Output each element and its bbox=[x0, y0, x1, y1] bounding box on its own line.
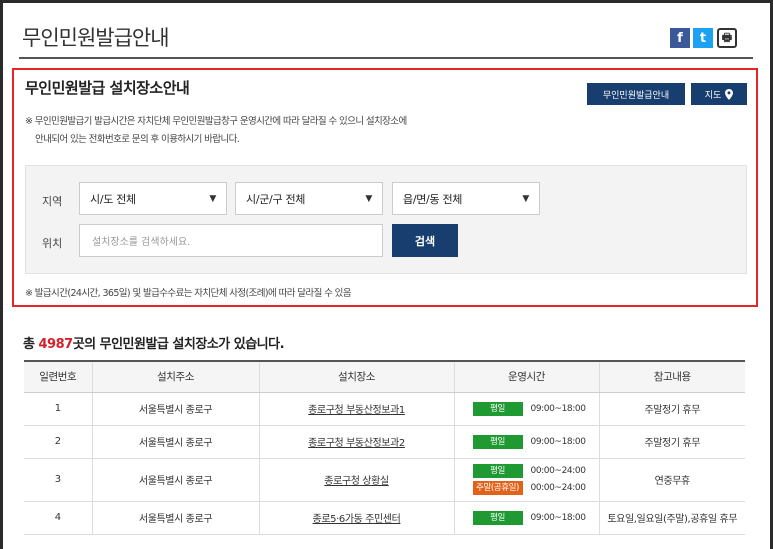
weekday-badge: 평일 bbox=[472, 510, 523, 525]
facebook-share-icon[interactable]: f bbox=[670, 28, 690, 48]
place-link[interactable]: 종로구청 상황실 bbox=[324, 476, 389, 487]
place-link[interactable]: 종로구청 부동산정보과2 bbox=[308, 438, 405, 449]
summary-prefix: 총 bbox=[23, 337, 39, 352]
hours-time: 09:00~18:00 bbox=[530, 436, 586, 447]
location-table: 일련번호 설치주소 설치장소 운영시간 참고내용 1 서울특별시 종로구 종로구… bbox=[24, 360, 745, 535]
row-no: 2 bbox=[24, 425, 92, 459]
fee-footnote: ※ 발급시간(24시간, 365일) 및 발급수수료는 자치단체 사정(조례)에… bbox=[25, 288, 352, 299]
twitter-share-icon[interactable]: t bbox=[693, 28, 713, 48]
place-link[interactable]: 종로구청 부동산정보과1 bbox=[308, 405, 405, 416]
print-icon[interactable]: 🖶 bbox=[717, 28, 737, 48]
location-search-panel: 무인민원발급 설치장소안내 무인민원발급안내 지도 ※ 무인민원발급기 발급시간… bbox=[12, 68, 758, 307]
table-row: 1 서울특별시 종로구 종로구청 부동산정보과1 평일 09:00~18:00 … bbox=[24, 392, 745, 426]
sido-select-value: 시/도 전체 bbox=[90, 192, 136, 206]
eupmyeondong-select-value: 읍/면/동 전체 bbox=[403, 192, 463, 206]
row-hours: 평일 09:00~18:00 bbox=[453, 392, 599, 426]
chevron-down-icon: ▼ bbox=[365, 193, 372, 204]
panel-title: 무인민원발급 설치장소안내 bbox=[25, 79, 190, 97]
search-button[interactable]: 검색 bbox=[392, 224, 458, 257]
row-no: 3 bbox=[24, 458, 92, 502]
row-place: 종로5·6가동 주민센터 bbox=[258, 501, 454, 535]
notice-text: ※ 무인민원발급기 발급시간은 자치단체 무인민원발급창구 운영시간에 따라 달… bbox=[25, 113, 505, 149]
place-link[interactable]: 종로5·6가동 주민센터 bbox=[313, 514, 401, 525]
map-pin-icon bbox=[725, 88, 734, 100]
map-button[interactable]: 지도 bbox=[691, 83, 747, 105]
row-place: 종로구청 부동산정보과2 bbox=[258, 425, 454, 459]
notice-line-1: ※ 무인민원발급기 발급시간은 자치단체 무인민원발급창구 운영시간에 따라 달… bbox=[25, 116, 407, 127]
row-address: 서울특별시 종로구 bbox=[91, 425, 259, 459]
sigungu-select-value: 시/군/구 전체 bbox=[246, 192, 306, 206]
notice-line-2: 안내되어 있는 전화번호로 문의 후 이용하시기 바랍니다. bbox=[35, 134, 240, 145]
hours-time: 00:00~24:00 bbox=[530, 483, 586, 493]
col-header-hours: 운영시간 bbox=[453, 360, 599, 393]
page-title: 무인민원발급안내 bbox=[22, 26, 170, 50]
weekday-badge: 평일 bbox=[472, 464, 523, 478]
col-header-place: 설치장소 bbox=[258, 360, 454, 393]
weekday-badge: 평일 bbox=[472, 401, 523, 416]
sido-select[interactable]: 시/도 전체 ▼ bbox=[79, 182, 227, 215]
result-summary: 총 4987곳의 무인민원발급 설치장소가 있습니다. bbox=[23, 333, 285, 352]
sigungu-select[interactable]: 시/군/구 전체 ▼ bbox=[235, 182, 383, 215]
row-place: 종로구청 부동산정보과1 bbox=[258, 392, 454, 426]
chevron-down-icon: ▼ bbox=[522, 193, 529, 204]
map-button-label: 지도 bbox=[704, 90, 722, 101]
table-header-row: 일련번호 설치주소 설치장소 운영시간 참고내용 bbox=[24, 360, 745, 393]
col-header-no: 일련번호 bbox=[24, 360, 92, 393]
result-count: 4987 bbox=[38, 337, 74, 352]
row-hours: 평일 09:00~18:00 bbox=[453, 425, 599, 459]
row-note: 연중무휴 bbox=[598, 458, 745, 502]
table-row: 3 서울특별시 종로구 종로구청 상황실 평일 00:00~24:00 주말(공… bbox=[24, 458, 745, 502]
summary-suffix: 곳의 무인민원발급 설치장소가 있습니다. bbox=[72, 337, 285, 352]
row-no: 4 bbox=[24, 501, 92, 535]
guide-button[interactable]: 무인민원발급안내 bbox=[587, 83, 685, 105]
row-address: 서울특별시 종로구 bbox=[91, 458, 259, 502]
hours-time: 09:00~18:00 bbox=[530, 403, 586, 414]
title-divider bbox=[19, 57, 753, 59]
search-form: 지역 시/도 전체 ▼ 시/군/구 전체 ▼ 읍/면/동 전체 ▼ 위치 설치장… bbox=[25, 165, 747, 274]
table-row: 2 서울특별시 종로구 종로구청 부동산정보과2 평일 09:00~18:00 … bbox=[24, 425, 745, 459]
row-place: 종로구청 상황실 bbox=[258, 458, 454, 502]
weekend-badge: 주말(공휴일) bbox=[472, 481, 523, 495]
row-address: 서울특별시 종로구 bbox=[91, 392, 259, 426]
weekday-badge: 평일 bbox=[472, 434, 523, 449]
row-address: 서울특별시 종로구 bbox=[91, 501, 259, 535]
row-note: 주말정기 휴무 bbox=[598, 425, 745, 459]
hours-time: 09:00~18:00 bbox=[530, 512, 586, 523]
table-row: 4 서울특별시 종로구 종로5·6가동 주민센터 평일 09:00~18:00 … bbox=[24, 501, 745, 535]
location-label: 위치 bbox=[42, 237, 63, 250]
region-label: 지역 bbox=[42, 195, 63, 208]
row-no: 1 bbox=[24, 392, 92, 426]
chevron-down-icon: ▼ bbox=[209, 193, 216, 204]
hours-time: 00:00~24:00 bbox=[530, 466, 586, 476]
row-note: 주말정기 휴무 bbox=[598, 392, 745, 426]
search-input[interactable]: 설치장소를 검색하세요. bbox=[79, 224, 383, 257]
row-note: 토요일,일요일(주말),공휴일 휴무 bbox=[598, 501, 745, 535]
col-header-note: 참고내용 bbox=[598, 360, 745, 393]
eupmyeondong-select[interactable]: 읍/면/동 전체 ▼ bbox=[392, 182, 540, 215]
row-hours: 평일 00:00~24:00 주말(공휴일) 00:00~24:00 bbox=[453, 458, 599, 502]
col-header-address: 설치주소 bbox=[91, 360, 259, 393]
row-hours: 평일 09:00~18:00 bbox=[453, 501, 599, 535]
